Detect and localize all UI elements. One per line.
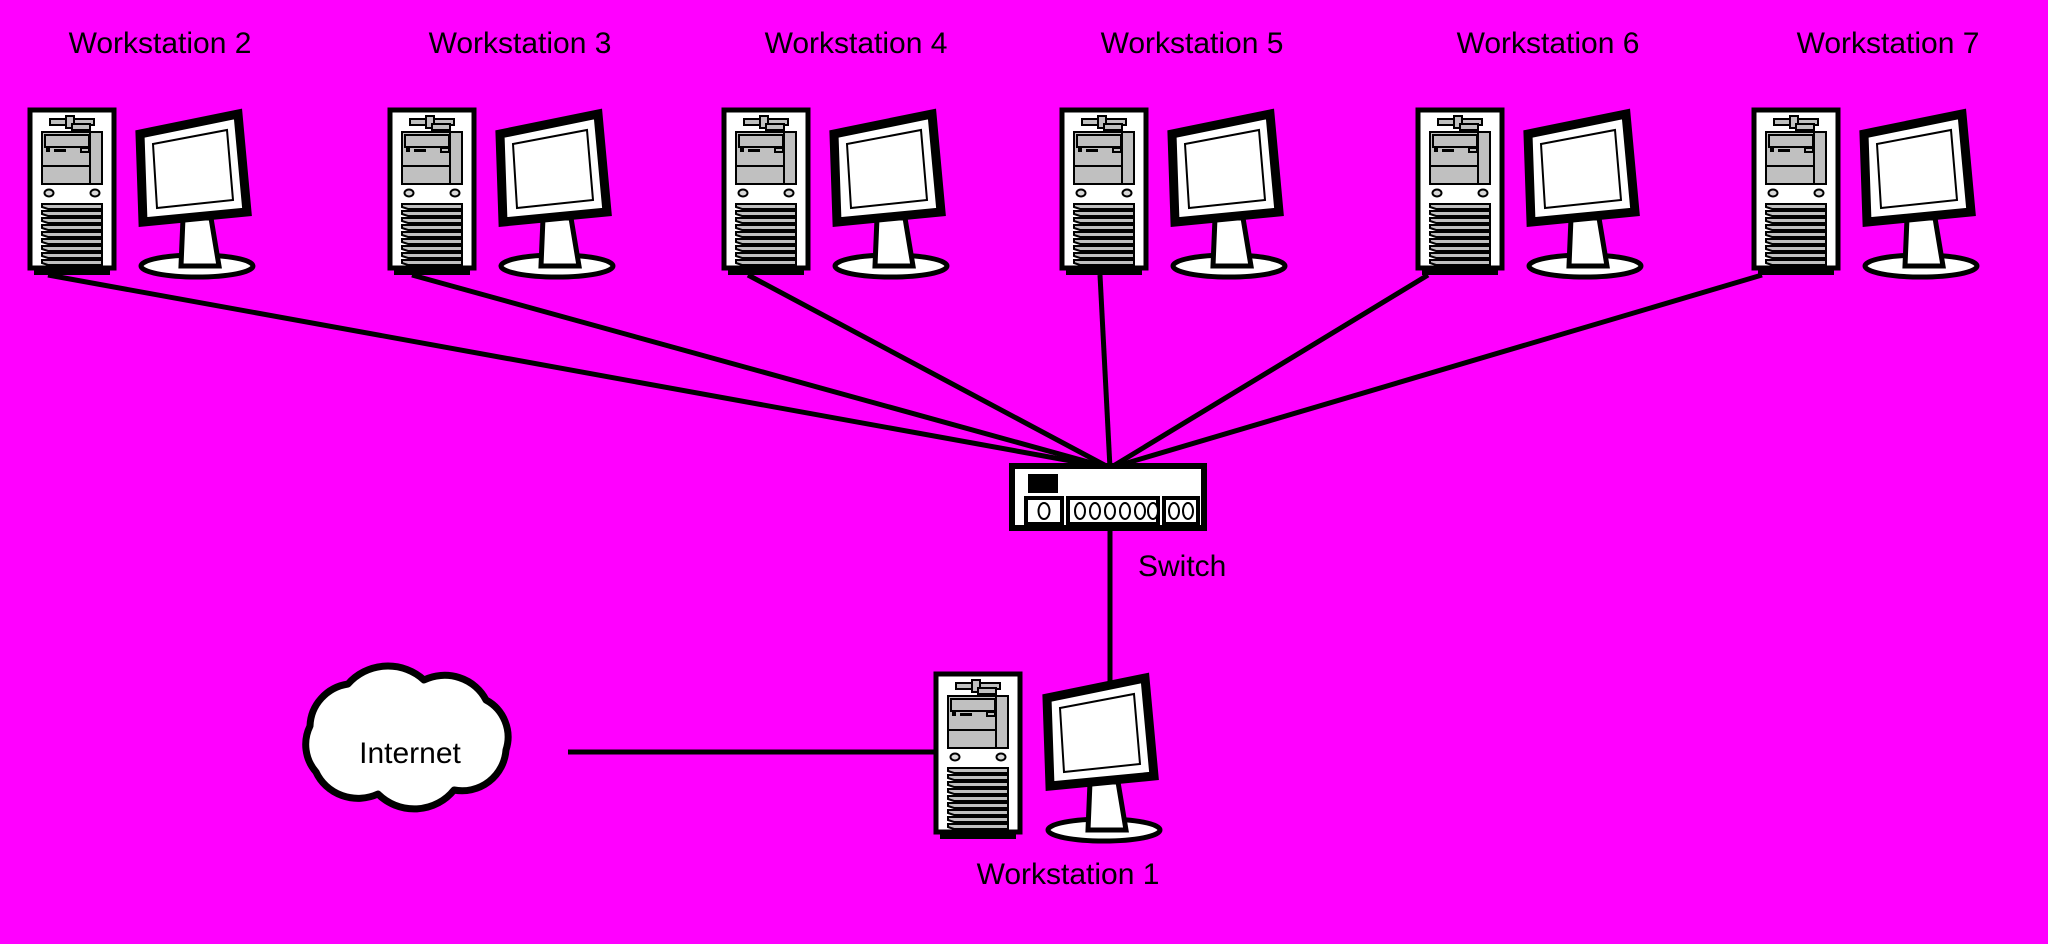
workstation-7-tower-icon[interactable]	[1754, 110, 1838, 275]
workstation-1-tower-icon[interactable]	[936, 674, 1020, 839]
workstation-4-label: Workstation 4	[765, 27, 948, 60]
workstation-3-label: Workstation 3	[429, 27, 612, 60]
switch-label: Switch	[1138, 550, 1226, 583]
workstation-3-tower-icon[interactable]	[390, 110, 474, 275]
workstation-4-tower-icon[interactable]	[724, 110, 808, 275]
workstation-1-label: Workstation 1	[977, 858, 1160, 891]
internet-label: Internet	[359, 737, 461, 770]
workstation-6-tower-icon[interactable]	[1418, 110, 1502, 275]
network-diagram-canvas: Workstation 2 Workstation 3 Workstation …	[0, 0, 2048, 944]
workstation-5-tower-icon[interactable]	[1062, 110, 1146, 275]
workstation-6-label: Workstation 6	[1457, 27, 1640, 60]
switch-icon[interactable]	[1012, 466, 1204, 528]
network-diagram-svg: Workstation 2 Workstation 3 Workstation …	[0, 0, 2048, 944]
node-internet-cloud[interactable]: Internet	[306, 666, 508, 809]
workstation-2-label: Workstation 2	[69, 27, 252, 60]
workstation-7-label: Workstation 7	[1797, 27, 1980, 60]
workstation-2-tower-icon[interactable]	[30, 110, 114, 275]
workstation-5-label: Workstation 5	[1101, 27, 1284, 60]
